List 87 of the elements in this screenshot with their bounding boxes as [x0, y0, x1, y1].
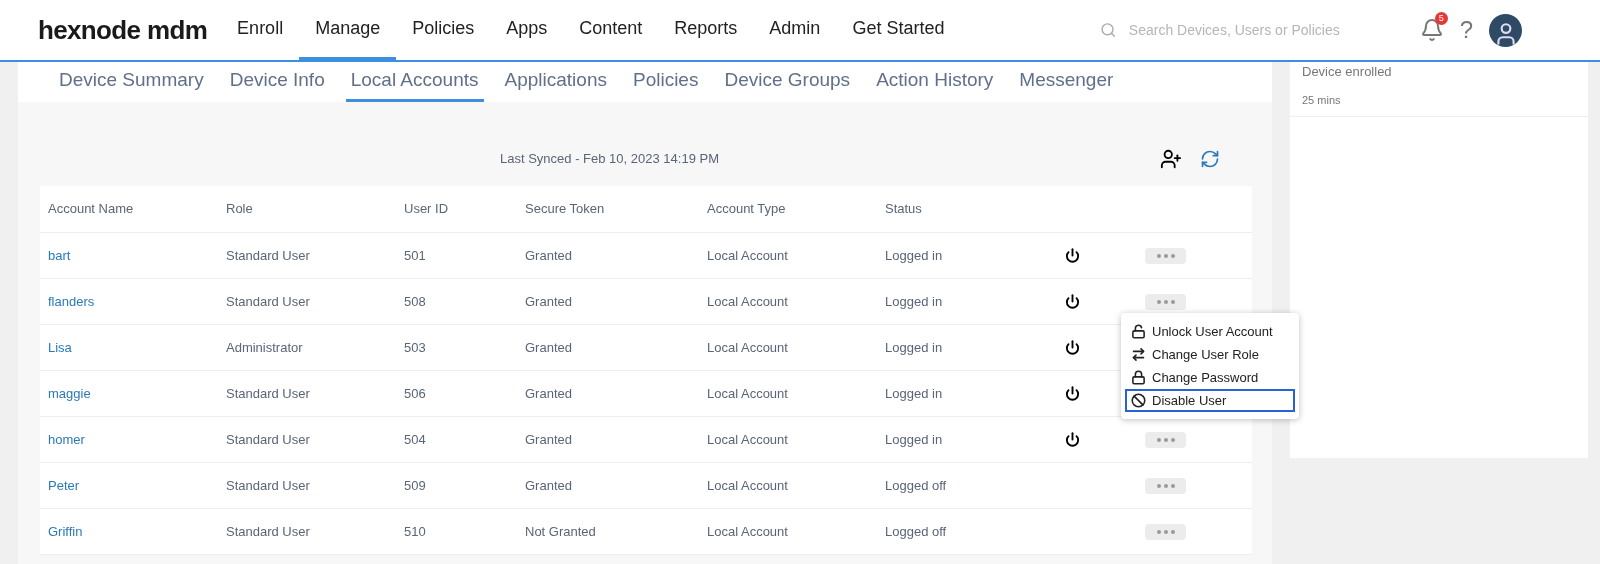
table-cell-text: Standard User: [226, 476, 311, 495]
table-cell-text: Standard User: [226, 292, 311, 311]
column-header: Account Type: [707, 200, 787, 219]
help-link[interactable]: ?: [1459, 12, 1473, 48]
column-header: Role: [226, 200, 254, 219]
table-cell-text: Standard User: [226, 246, 311, 265]
power-icon[interactable]: [1065, 294, 1080, 309]
account-link[interactable]: Lisa: [48, 337, 226, 358]
sub-tab[interactable]: Device Info: [224, 65, 330, 102]
nav-tab[interactable]: Admin: [753, 0, 837, 60]
menu-item[interactable]: Change Password: [1125, 366, 1295, 389]
table-cell-text: Logged in: [885, 246, 944, 265]
table-cell-text: Logged in: [885, 338, 944, 357]
table-cell-text: 504: [404, 430, 427, 449]
account-link[interactable]: maggie: [48, 383, 226, 404]
table-cell-text: 509: [404, 476, 427, 495]
table-cell-text: Local Account: [707, 246, 789, 265]
nav-tab[interactable]: Policies: [396, 0, 491, 60]
table-cell-text: Local Account: [707, 430, 789, 449]
account-link[interactable]: flanders: [48, 291, 226, 312]
swap-icon: [1131, 347, 1146, 362]
table-cell-text: 503: [404, 338, 427, 357]
search-field[interactable]: Search Devices, Users or Policies: [1100, 19, 1420, 41]
nav-tab[interactable]: Reports: [658, 0, 754, 60]
unlock-icon: [1131, 324, 1146, 339]
column-header: Account Name: [48, 200, 135, 219]
logo[interactable]: hexnode mdm: [38, 10, 208, 50]
table-cell-text: Local Account: [707, 522, 789, 541]
table-cell-text: Granted: [525, 292, 573, 311]
sub-tab[interactable]: Local Accounts: [345, 65, 484, 102]
sub-tab[interactable]: Policies: [627, 65, 704, 102]
refresh-icon[interactable]: [1200, 149, 1220, 169]
table-cell-text: Administrator: [226, 338, 304, 357]
power-icon[interactable]: [1065, 386, 1080, 401]
nav-tab[interactable]: Content: [563, 0, 659, 60]
table-cell-text: Granted: [525, 246, 573, 265]
table-cell-text: Standard User: [226, 430, 311, 449]
column-header: User ID: [404, 200, 450, 219]
table-cell-text: 501: [404, 246, 427, 265]
sub-tab[interactable]: Device Groups: [719, 65, 856, 102]
account-link[interactable]: bart: [48, 245, 226, 266]
menu-item[interactable]: Disable User: [1125, 389, 1295, 412]
sub-tab[interactable]: Action History: [871, 65, 999, 102]
nav-tab[interactable]: Enroll: [221, 0, 300, 60]
table-cell-text: Local Account: [707, 384, 789, 403]
table-cell-text: Not Granted: [525, 522, 597, 541]
table-cell-text: Logged in: [885, 430, 944, 449]
lock-icon: [1131, 370, 1146, 385]
power-icon[interactable]: [1065, 432, 1080, 447]
table-cell-text: Logged in: [885, 384, 944, 403]
table-cell-text: Standard User: [226, 522, 311, 541]
table-cell-text: Local Account: [707, 476, 789, 495]
nav-tab[interactable]: Apps: [490, 0, 564, 60]
table-cell-text: Granted: [525, 338, 573, 357]
avatar[interactable]: [1489, 13, 1522, 47]
table-cell-text: Granted: [525, 384, 573, 403]
nav-tab[interactable]: Get Started: [836, 0, 961, 60]
add-user-icon[interactable]: [1160, 148, 1182, 170]
table-cell-text: 506: [404, 384, 427, 403]
search-icon: [1100, 21, 1117, 39]
sub-tab[interactable]: Messenger: [1014, 65, 1119, 102]
table-cell-text: Granted: [525, 430, 573, 449]
activity-time: 25 mins: [1302, 92, 1342, 108]
table-cell-text: Logged off: [885, 476, 948, 495]
power-icon[interactable]: [1065, 248, 1080, 263]
activity-title: Device enrolled: [1302, 63, 1393, 81]
notification-count: 5: [1434, 12, 1448, 25]
column-header: Secure Token: [525, 200, 606, 219]
power-icon[interactable]: [1065, 340, 1080, 355]
disable-icon: [1131, 393, 1146, 408]
table-cell-text: Logged off: [885, 522, 948, 541]
last-synced-text: Last Synced - Feb 10, 2023 14:19 PM: [500, 150, 719, 169]
table-cell-text: Local Account: [707, 338, 789, 357]
account-link[interactable]: Peter: [48, 475, 226, 496]
menu-item[interactable]: Unlock User Account: [1125, 320, 1295, 343]
account-link[interactable]: Griffin: [48, 521, 226, 542]
sub-tab[interactable]: Applications: [499, 65, 612, 102]
sub-tab[interactable]: Device Summary: [54, 65, 209, 102]
table-cell-text: 510: [404, 522, 427, 541]
menu-item[interactable]: Change User Role: [1125, 343, 1295, 366]
table-cell-text: Local Account: [707, 292, 789, 311]
account-link[interactable]: homer: [48, 429, 226, 450]
column-header: Status: [885, 200, 923, 219]
table-cell-text: Logged in: [885, 292, 944, 311]
table-cell-text: Standard User: [226, 384, 311, 403]
table-cell-text: 508: [404, 292, 427, 311]
table-cell-text: Granted: [525, 476, 573, 495]
